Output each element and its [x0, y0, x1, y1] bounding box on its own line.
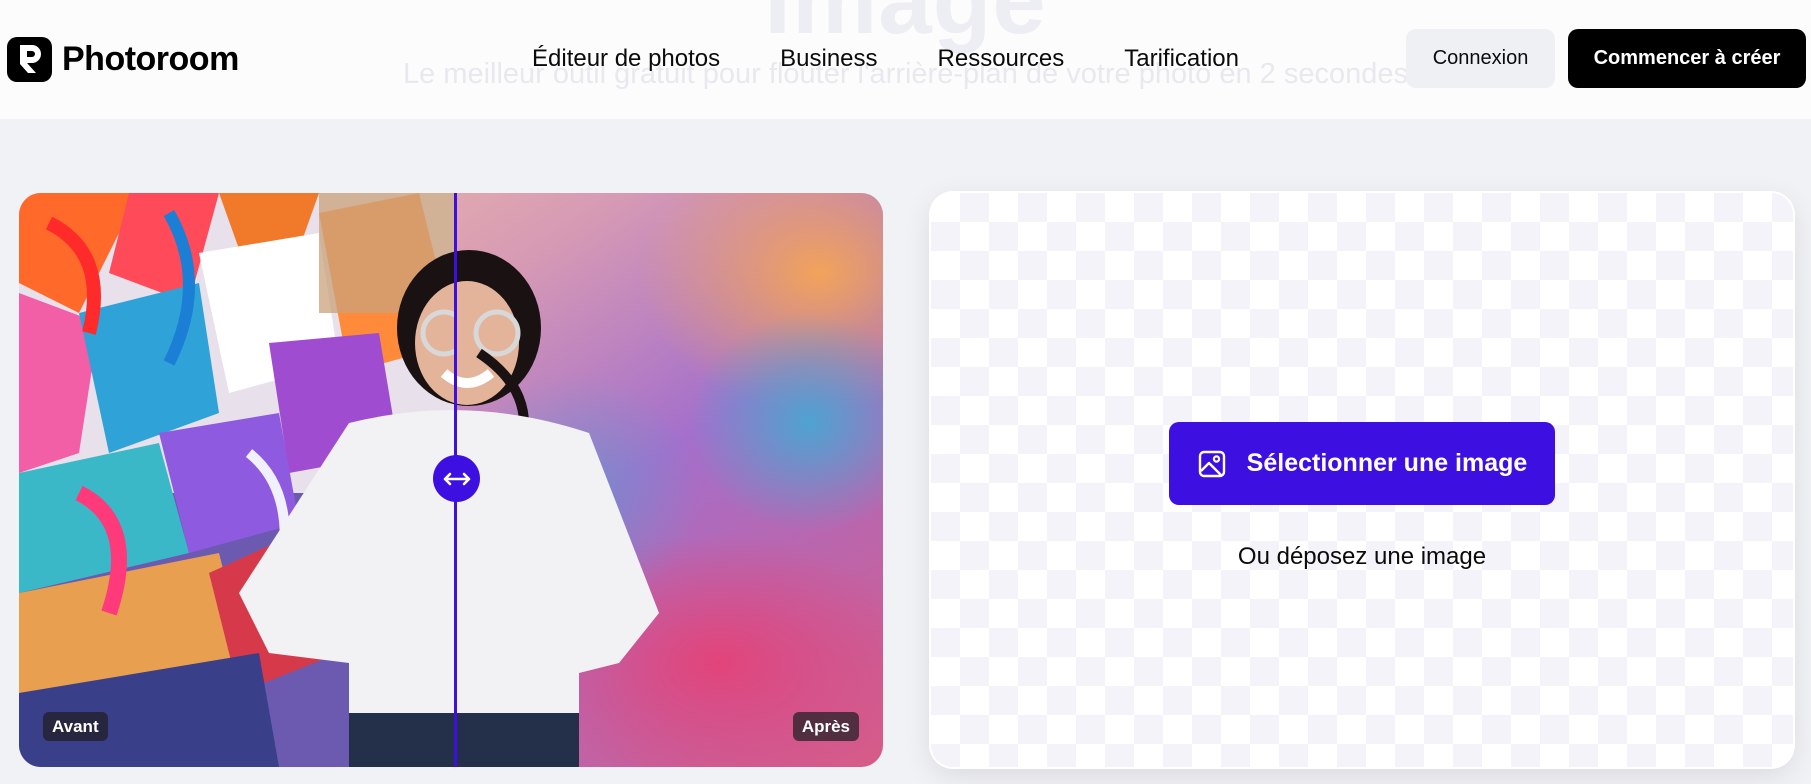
main-nav: Éditeur de photos Business Ressources Ta… [532, 42, 1239, 76]
top-navbar: Image Le meilleur outil gratuit pour flo… [0, 0, 1811, 119]
before-label: Avant [43, 712, 108, 741]
drop-image-hint: Ou déposez une image [1237, 543, 1487, 570]
nav-business[interactable]: Business [780, 42, 877, 76]
photoroom-logo-icon [7, 36, 52, 82]
nav-pricing[interactable]: Tarification [1124, 42, 1239, 76]
brand-name: Photoroom [62, 39, 239, 78]
after-label: Après [792, 712, 859, 741]
before-after-comparison: Avant Après [19, 193, 883, 767]
before-image [19, 193, 456, 767]
after-image [456, 193, 883, 767]
nav-photo-editor[interactable]: Éditeur de photos [532, 42, 720, 76]
login-button[interactable]: Connexion [1406, 29, 1555, 88]
select-image-button[interactable]: Sélectionner une image [1169, 422, 1555, 505]
compare-slider-handle[interactable] [433, 455, 480, 502]
nav-resources[interactable]: Ressources [938, 42, 1065, 76]
left-right-arrow-icon [443, 472, 470, 485]
image-icon [1197, 449, 1227, 479]
brand-logo-link[interactable]: Photoroom [7, 36, 239, 82]
start-creating-button[interactable]: Commencer à créer [1568, 29, 1806, 88]
select-image-label: Sélectionner une image [1246, 449, 1528, 477]
upload-dropzone[interactable]: Sélectionner une image Ou déposez une im… [931, 193, 1793, 767]
